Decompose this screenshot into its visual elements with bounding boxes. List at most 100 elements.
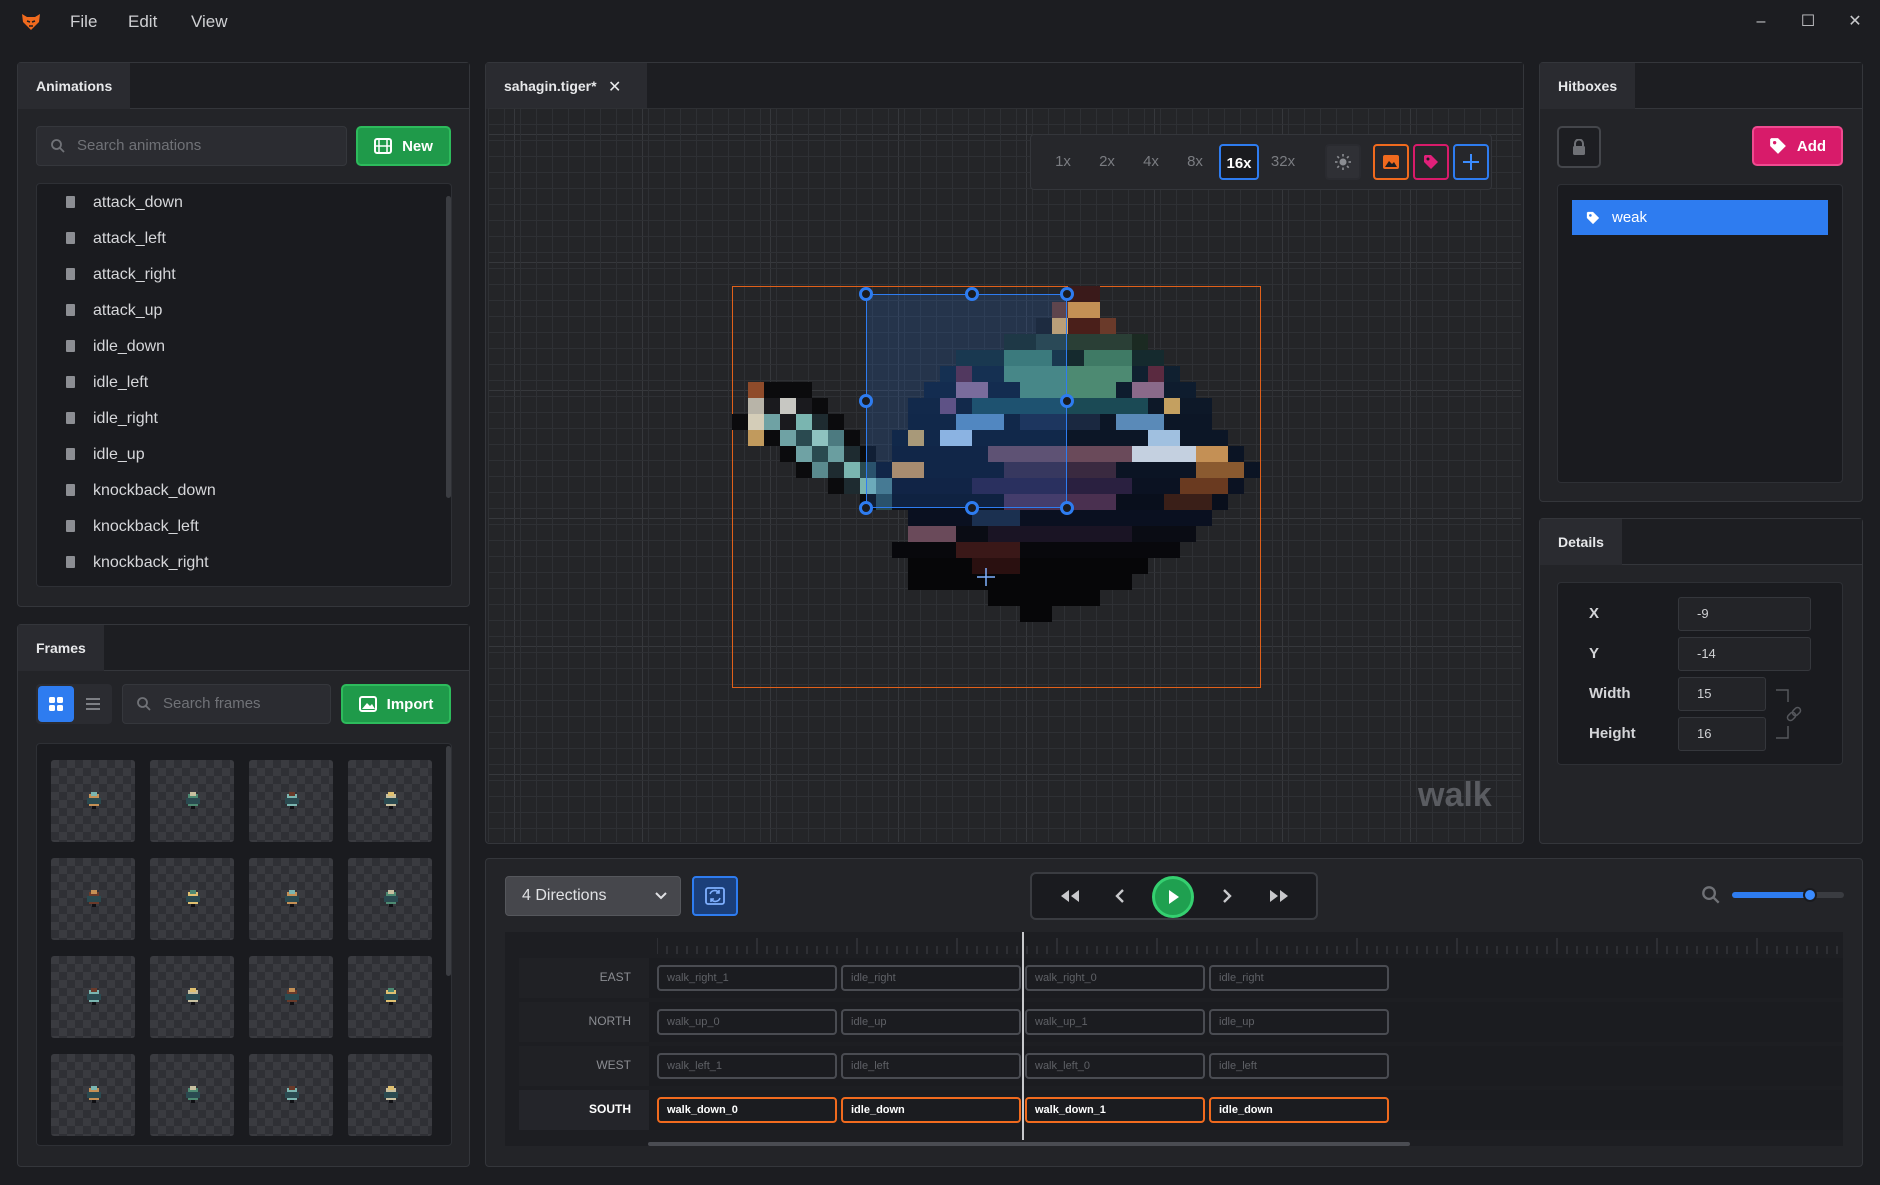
first-frame-button[interactable] — [1045, 874, 1095, 918]
animation-list-item[interactable]: idle_down — [36, 329, 165, 365]
frame-thumbnail[interactable] — [51, 1054, 135, 1136]
frame-thumbnail[interactable] — [249, 858, 333, 940]
timeline-frame[interactable]: walk_right_1 — [657, 965, 837, 991]
frame-thumbnail[interactable] — [348, 760, 432, 842]
resize-handle-se[interactable] — [1060, 501, 1074, 515]
new-animation-button[interactable]: New — [356, 126, 451, 166]
close-tab-icon[interactable]: ✕ — [608, 77, 621, 97]
timeline-frame[interactable]: idle_left — [841, 1053, 1021, 1079]
timeline-frame[interactable]: idle_right — [1209, 965, 1389, 991]
timeline-frame[interactable]: idle_right — [841, 965, 1021, 991]
previous-frame-button[interactable] — [1095, 874, 1145, 918]
timeline-frame[interactable]: walk_down_1 — [1025, 1097, 1205, 1123]
hitbox-list-item[interactable]: weak — [1572, 200, 1828, 235]
toggle-hitbox-button[interactable] — [1413, 144, 1449, 180]
animation-list-item[interactable]: knockback_right — [36, 545, 209, 581]
frame-thumbnail[interactable] — [51, 858, 135, 940]
zoom-option[interactable]: 1x — [1043, 144, 1083, 180]
animation-list-item[interactable]: knockback_down — [36, 473, 216, 509]
frame-thumbnail[interactable] — [51, 956, 135, 1038]
frame-grid-scrollbar[interactable] — [446, 746, 451, 976]
playhead[interactable] — [1022, 932, 1024, 1140]
zoom-option-selected[interactable]: 16x — [1219, 144, 1259, 180]
x-input[interactable]: -9 — [1678, 597, 1811, 631]
link-aspect-icon[interactable] — [1774, 688, 1804, 740]
timeline-frame[interactable]: walk_left_1 — [657, 1053, 837, 1079]
frame-thumbnail[interactable] — [348, 858, 432, 940]
toggle-sprite-button[interactable] — [1373, 144, 1409, 180]
timeline-frame[interactable]: idle_left — [1209, 1053, 1389, 1079]
hitbox-weak[interactable] — [866, 294, 1067, 508]
close-window-button[interactable]: ✕ — [1842, 10, 1868, 34]
timeline-frame[interactable]: idle_up — [1209, 1009, 1389, 1035]
tab-hitboxes[interactable]: Hitboxes — [1540, 63, 1636, 109]
directions-dropdown[interactable]: 4 Directions — [505, 876, 681, 916]
timeline-frame[interactable]: walk_left_0 — [1025, 1053, 1205, 1079]
resize-handle-w[interactable] — [859, 394, 873, 408]
menu-edit[interactable]: Edit — [128, 10, 157, 34]
resize-handle-nw[interactable] — [859, 287, 873, 301]
play-button[interactable] — [1152, 876, 1194, 918]
frame-thumbnail[interactable] — [249, 956, 333, 1038]
zoom-option[interactable]: 8x — [1175, 144, 1215, 180]
frame-thumbnail[interactable] — [249, 1054, 333, 1136]
timeline-scrollbar[interactable] — [648, 1142, 1410, 1146]
toggle-origin-button[interactable] — [1453, 144, 1489, 180]
last-frame-button[interactable] — [1254, 874, 1304, 918]
search-animations-input[interactable]: Search animations — [36, 126, 347, 166]
animation-list-item[interactable]: idle_up — [36, 437, 145, 473]
animation-list-item[interactable]: attack_down — [36, 185, 183, 221]
menu-view[interactable]: View — [191, 10, 228, 34]
frame-thumbnail[interactable] — [51, 760, 135, 842]
sprite-canvas[interactable]: 1x 2x 4x 8x 16x 32x walk — [488, 108, 1521, 842]
animation-list-item[interactable]: knockback_left — [36, 509, 199, 545]
timeline-frame[interactable]: walk_right_0 — [1025, 965, 1205, 991]
frame-thumbnail[interactable] — [150, 858, 234, 940]
timeline-frame[interactable]: idle_down — [1209, 1097, 1389, 1123]
timeline-frame[interactable]: walk_up_0 — [657, 1009, 837, 1035]
lock-button[interactable] — [1557, 126, 1601, 168]
resize-handle-sw[interactable] — [859, 501, 873, 515]
timeline-frame[interactable]: walk_down_0 — [657, 1097, 837, 1123]
zoom-option[interactable]: 4x — [1131, 144, 1171, 180]
next-frame-button[interactable] — [1202, 874, 1252, 918]
maximize-button[interactable]: ☐ — [1795, 10, 1821, 34]
height-input[interactable]: 16 — [1678, 717, 1766, 751]
sync-button[interactable] — [692, 876, 738, 916]
frame-thumbnail[interactable] — [150, 1054, 234, 1136]
timeline-frame[interactable]: walk_up_1 — [1025, 1009, 1205, 1035]
tab-animations[interactable]: Animations — [18, 63, 131, 109]
resize-handle-ne[interactable] — [1060, 287, 1074, 301]
list-view-button[interactable] — [76, 686, 110, 722]
animation-list-item[interactable]: idle_left — [36, 365, 148, 401]
frame-thumbnail[interactable] — [150, 956, 234, 1038]
animation-list-item[interactable]: attack_left — [36, 221, 166, 257]
frame-thumbnail[interactable] — [348, 956, 432, 1038]
minimize-button[interactable]: – — [1748, 10, 1774, 34]
search-frames-input[interactable]: Search frames — [122, 684, 331, 724]
tab-details[interactable]: Details — [1540, 519, 1622, 565]
tab-frames[interactable]: Frames — [18, 625, 104, 671]
resize-handle-s[interactable] — [965, 501, 979, 515]
y-input[interactable]: -14 — [1678, 637, 1811, 671]
animation-list-item[interactable]: attack_right — [36, 257, 176, 293]
darken-button[interactable] — [1325, 144, 1361, 180]
animation-list-scrollbar[interactable] — [446, 196, 451, 498]
grid-view-button[interactable] — [38, 686, 74, 722]
frame-thumbnail[interactable] — [348, 1054, 432, 1136]
add-hitbox-button[interactable]: Add — [1752, 126, 1843, 166]
timeline-frame[interactable]: idle_down — [841, 1097, 1021, 1123]
zoom-option[interactable]: 32x — [1263, 144, 1303, 180]
tab-sahagin[interactable]: sahagin.tiger* — [486, 63, 647, 109]
timeline-frame[interactable]: idle_up — [841, 1009, 1021, 1035]
frame-thumbnail[interactable] — [249, 760, 333, 842]
timeline-zoom-slider[interactable] — [1732, 888, 1844, 902]
frame-thumbnail[interactable] — [150, 760, 234, 842]
import-button[interactable]: Import — [341, 684, 451, 724]
animation-list-item[interactable]: attack_up — [36, 293, 162, 329]
animation-list-item[interactable]: idle_right — [36, 401, 158, 437]
width-input[interactable]: 15 — [1678, 677, 1766, 711]
zoom-option[interactable]: 2x — [1087, 144, 1127, 180]
menu-file[interactable]: File — [70, 10, 97, 34]
resize-handle-n[interactable] — [965, 287, 979, 301]
